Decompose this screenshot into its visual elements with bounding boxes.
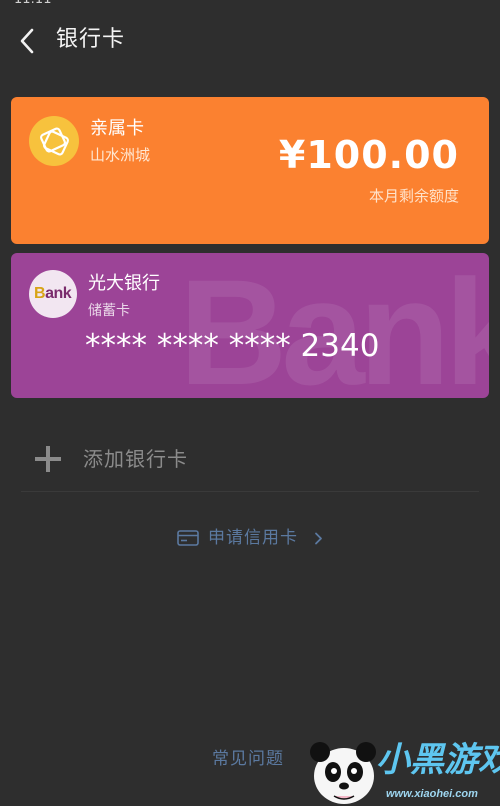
family-card-amount-label: 本月剩余额度 [368,187,459,205]
add-bank-card-label: 添加银行卡 [83,447,188,471]
add-bank-card-button[interactable]: 添加银行卡 [21,428,479,490]
family-card-title: 亲属卡 [90,118,144,139]
apply-credit-card-label: 申请信用卡 [208,528,298,548]
credit-card-icon [177,530,199,546]
chevron-left-icon [20,28,34,54]
watermark-url: www.xiaohei.com [386,788,478,800]
family-card-subtitle: 山水洲城 [90,146,151,164]
bank-card-type: 储蓄卡 [88,303,130,319]
plus-icon [35,446,61,472]
status-bar-text: 11:11 [14,0,51,9]
family-card-amount: ¥100.00 [278,133,459,177]
faq-link[interactable]: 常见问题 [212,746,284,772]
page-title: 银行卡 [56,27,126,52]
divider [21,491,479,492]
site-watermark: 小黑游戏 www.xiaohei.com [304,730,500,806]
status-bar: 11:11 [0,0,500,10]
bank-card-name: 光大银行 [88,273,160,294]
header: 银行卡 [0,10,500,74]
bank-card[interactable]: Bank Bank 光大银行 储蓄卡 **** **** **** 2340 [11,253,489,398]
back-button[interactable] [10,22,46,58]
family-card-logo-icon [40,127,69,156]
family-card[interactable]: 亲属卡 山水洲城 ¥100.00 本月剩余额度 [11,97,489,244]
family-card-logo [29,116,79,166]
bank-logo-b: B [34,285,46,302]
watermark-logo-text: 小黑游戏 [376,740,500,780]
bank-logo-text: Bank [34,283,72,305]
bank-card-number: **** **** **** 2340 [85,328,380,364]
panda-mascot-icon [310,742,376,804]
chevron-right-icon [315,532,322,545]
bank-logo-ank: ank [45,285,72,302]
bank-logo: Bank [29,270,77,318]
